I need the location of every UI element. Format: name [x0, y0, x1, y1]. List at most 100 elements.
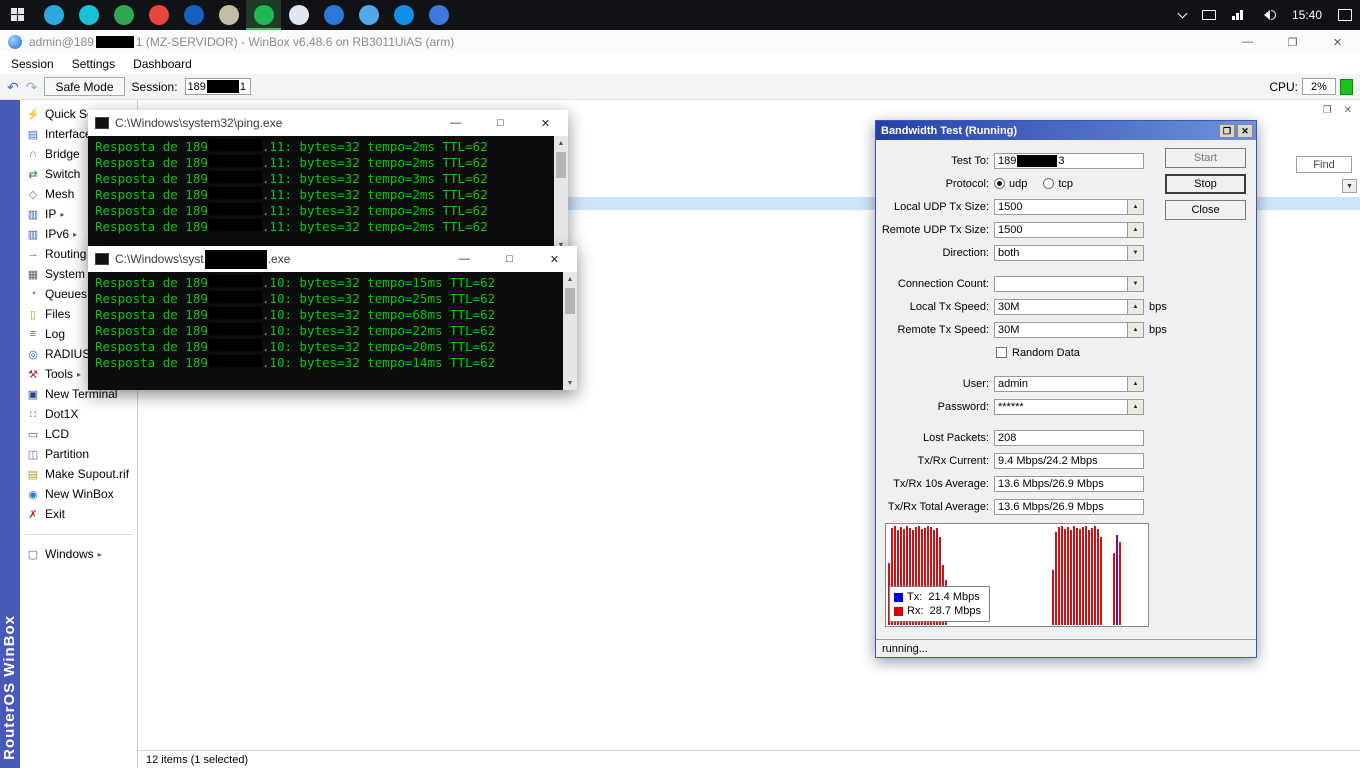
volume-icon[interactable] — [1251, 0, 1284, 30]
terminal-title-prefix: C:\Windows\syst — [115, 252, 204, 266]
close-icon[interactable]: ✕ — [523, 110, 568, 136]
stop-button[interactable]: Stop — [1165, 174, 1246, 194]
sidebar-item-dot1x[interactable]: ∷Dot1X — [20, 404, 137, 424]
interfaces-icon: ▤ — [26, 128, 40, 141]
spotify-icon[interactable] — [246, 0, 281, 30]
blue-app-icon[interactable] — [351, 0, 386, 30]
terminal-scrollbar[interactable]: ▲ ▼ — [554, 136, 568, 252]
close-icon[interactable]: ✕ — [1315, 30, 1360, 54]
tray-chevron-icon[interactable] — [1171, 0, 1194, 30]
window-app-icon[interactable] — [316, 0, 351, 30]
notification-icon[interactable] — [1330, 0, 1360, 30]
close-icon[interactable]: ✕ — [1237, 124, 1253, 138]
sidebar-item-make-supout[interactable]: ▤Make Supout.rif — [20, 464, 137, 484]
sidebar-item-windows[interactable]: ▢Windows▸ — [20, 544, 137, 564]
key-manager-icon[interactable] — [211, 0, 246, 30]
random-data-label[interactable]: Random Data — [1012, 347, 1080, 359]
terminal-titlebar[interactable]: C:\Windows\system32\ping.exe — □ ✕ — [88, 110, 568, 136]
direction-field[interactable]: both — [994, 245, 1128, 261]
minimize-icon[interactable]: — — [442, 246, 487, 272]
teamviewer-icon[interactable] — [386, 0, 421, 30]
globe-blue-icon[interactable] — [176, 0, 211, 30]
close-button[interactable]: Close — [1165, 200, 1246, 220]
start-button[interactable] — [0, 0, 36, 30]
udp-radio[interactable] — [994, 178, 1005, 189]
maximize-icon[interactable]: ❐ — [1270, 30, 1315, 54]
redo-icon[interactable]: ↷ — [26, 80, 38, 94]
find-button[interactable]: Find — [1296, 156, 1352, 173]
restore-icon[interactable]: ❐ — [1323, 105, 1332, 116]
test-to-field[interactable]: 189 3 — [994, 153, 1144, 169]
minimize-icon[interactable]: — — [1225, 30, 1270, 54]
quill-icon[interactable] — [281, 0, 316, 30]
ping-response-line: Resposta de 189.10: bytes=32 tempo=22ms … — [95, 323, 563, 339]
lost-packets-field: 208 — [994, 430, 1144, 446]
menu-dashboard[interactable]: Dashboard — [124, 54, 201, 74]
connection-count-field[interactable] — [994, 276, 1128, 292]
current-row: Tx/Rx Current: 9.4 Mbps/24.2 Mbps — [876, 449, 1256, 472]
network-icon[interactable] — [1224, 0, 1251, 30]
close-icon[interactable]: ✕ — [532, 246, 577, 272]
remote-tx-row: Remote Tx Speed: 30M ▲ bps — [876, 318, 1256, 341]
start-button[interactable]: Start — [1165, 148, 1246, 168]
maximize-icon[interactable]: ❐ — [1219, 124, 1235, 138]
display-icon[interactable] — [1194, 0, 1224, 30]
new-terminal-icon: ▣ — [26, 388, 40, 401]
remote-udp-field[interactable]: 1500 — [994, 222, 1128, 238]
session-field[interactable]: 189 1 — [185, 78, 251, 95]
tcp-radio[interactable] — [1043, 178, 1054, 189]
sidebar-item-exit[interactable]: ✗Exit — [20, 504, 137, 524]
remote-tx-field[interactable]: 30M — [994, 322, 1128, 338]
sidebar-item-partition[interactable]: ◫Partition — [20, 444, 137, 464]
maximize-icon[interactable]: □ — [487, 246, 532, 272]
local-udp-field[interactable]: 1500 — [994, 199, 1128, 215]
browser-teal-icon[interactable] — [71, 0, 106, 30]
close-icon[interactable]: ✕ — [1344, 105, 1352, 116]
scroll-up-icon[interactable]: ▲ — [554, 136, 568, 150]
avg10-row: Tx/Rx 10s Average: 13.6 Mbps/26.9 Mbps — [876, 472, 1256, 495]
spinner-up-icon[interactable]: ▲ — [1128, 222, 1144, 238]
scroll-up-icon[interactable]: ▲ — [563, 272, 577, 286]
dropdown-arrow-icon[interactable]: ▼ — [1128, 276, 1144, 292]
scroll-thumb[interactable] — [565, 288, 575, 314]
udp-label[interactable]: udp — [1009, 178, 1027, 190]
dropdown-arrow-icon[interactable]: ▼ — [1128, 245, 1144, 261]
tcp-label[interactable]: tcp — [1058, 178, 1073, 190]
local-tx-field[interactable]: 30M — [994, 299, 1128, 315]
winbox-app-icon — [8, 35, 22, 49]
maps-icon[interactable] — [106, 0, 141, 30]
spinner-up-icon[interactable]: ▲ — [1128, 199, 1144, 215]
minimize-icon[interactable]: — — [433, 110, 478, 136]
terminal-titlebar[interactable]: C:\Windows\syst .exe — □ ✕ — [88, 246, 577, 272]
terminal-scrollbar[interactable]: ▲ ▼ — [563, 272, 577, 390]
browser-blue-icon[interactable] — [36, 0, 71, 30]
spinner-up-icon[interactable]: ▲ — [1128, 322, 1144, 338]
filter-dropdown[interactable]: ▼ — [1342, 179, 1357, 193]
random-data-checkbox[interactable] — [996, 347, 1007, 358]
dialog-titlebar[interactable]: Bandwidth Test (Running) ❐ ✕ — [876, 121, 1256, 140]
menu-settings[interactable]: Settings — [63, 54, 124, 74]
spinner-up-icon[interactable]: ▲ — [1128, 376, 1144, 392]
safe-mode-button[interactable]: Safe Mode — [44, 77, 124, 96]
sidebar-item-lcd[interactable]: ▭LCD — [20, 424, 137, 444]
star-app-icon[interactable] — [421, 0, 456, 30]
current-field: 9.4 Mbps/24.2 Mbps — [994, 453, 1144, 469]
spinner-up-icon[interactable]: ▲ — [1128, 299, 1144, 315]
maximize-icon[interactable]: □ — [478, 110, 523, 136]
mesh-icon: ◇ — [26, 188, 40, 201]
password-field[interactable]: ****** — [994, 399, 1128, 415]
window-title-suffix: 1 (MZ-SERVIDOR) - WinBox v6.48.6 on RB30… — [136, 35, 454, 49]
menu-session[interactable]: Session — [2, 54, 63, 74]
user-field[interactable]: admin — [994, 376, 1128, 392]
scroll-thumb[interactable] — [556, 152, 566, 178]
user-label: User: — [876, 378, 994, 390]
sidebar-item-new-winbox[interactable]: ◉New WinBox — [20, 484, 137, 504]
remote-udp-label: Remote UDP Tx Size: — [876, 224, 994, 236]
ping-response-line: Resposta de 189.11: bytes=32 tempo=2ms T… — [95, 139, 554, 155]
scroll-down-icon[interactable]: ▼ — [563, 376, 577, 390]
spinner-up-icon[interactable]: ▲ — [1128, 399, 1144, 415]
chrome-icon[interactable] — [141, 0, 176, 30]
undo-icon[interactable]: ↶ — [7, 80, 19, 94]
chart-bar — [1085, 526, 1087, 625]
clock[interactable]: 15:40 — [1284, 0, 1330, 30]
